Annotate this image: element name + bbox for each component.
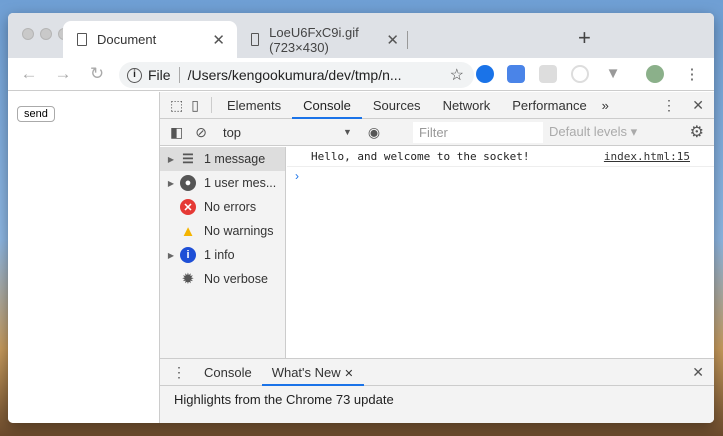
devtools-menu-icon[interactable]: ⋮ [662, 97, 676, 114]
error-icon: ✕ [180, 199, 196, 215]
extension-blue-icon[interactable] [476, 65, 494, 83]
reload-button[interactable]: ↻ [80, 64, 114, 84]
clear-console-icon[interactable]: ⊘ [195, 124, 207, 141]
sidebar-item-label: 1 user mes... [204, 176, 277, 190]
divider [210, 97, 212, 113]
close-drawer-icon[interactable]: ✕ [692, 364, 704, 381]
console-toolbar: ◧ ⊘ top ▼ ◉ Filter Default levels ▾ ⚙ [160, 119, 714, 146]
tab-sources[interactable]: Sources [362, 92, 432, 119]
console-prompt[interactable]: › [287, 167, 714, 185]
list-icon: ☰ [182, 151, 194, 166]
settings-gear-icon[interactable]: ⚙ [690, 122, 704, 142]
tab-performance[interactable]: Performance [501, 92, 597, 119]
tab-network[interactable]: Network [432, 92, 502, 119]
close-window-button[interactable] [22, 28, 34, 40]
tab-document[interactable]: Document ✕ [63, 21, 237, 58]
inspect-element-icon[interactable]: ⬚ [170, 97, 183, 114]
devtools-tabs: ⬚ ▯ Elements Console Sources Network Per… [160, 92, 714, 119]
sidebar-item-label: No warnings [204, 224, 274, 238]
profile-avatar[interactable] [646, 65, 664, 83]
device-toolbar-icon[interactable]: ▯ [191, 97, 199, 114]
tab-console[interactable]: Console [292, 92, 362, 119]
tab-title: Document [97, 32, 157, 47]
close-tab-icon[interactable]: ✕ [386, 31, 399, 49]
page-content: send [8, 92, 159, 423]
minimize-window-button[interactable] [40, 28, 52, 40]
sidebar-item-verbose[interactable]: ✹ No verbose [160, 267, 285, 291]
context-select[interactable]: top [223, 125, 343, 140]
sidebar-item-errors[interactable]: ✕ No errors [160, 195, 285, 219]
message-text: Hello, and welcome to the socket! [311, 150, 530, 163]
tab-gif[interactable]: LoeU6FxC9i.gif (723×430) ✕ [237, 21, 411, 58]
forward-button[interactable]: → [46, 64, 80, 84]
expand-arrow-icon[interactable]: ▶ [160, 251, 174, 260]
menu-icon[interactable]: ⋮ [683, 65, 701, 83]
console-messages: Hello, and welcome to the socket! index.h… [287, 147, 714, 358]
drawer-tab-whats-new[interactable]: What's New ✕ [261, 359, 364, 386]
sidebar-item-label: 1 info [204, 248, 235, 262]
tab-divider [407, 31, 408, 49]
info-icon: i [180, 247, 196, 263]
sidebar-toggle-icon[interactable]: ◧ [170, 124, 183, 141]
back-button[interactable]: ← [12, 64, 46, 84]
new-tab-button[interactable]: + [578, 25, 591, 51]
whats-new-content: Highlights from the Chrome 73 update [174, 392, 394, 407]
document-icon [251, 33, 260, 46]
tab-label: What's New [271, 364, 341, 380]
extension-circle-icon[interactable] [571, 65, 589, 83]
vue-devtools-icon[interactable]: ▼ [604, 65, 622, 83]
drawer-menu-icon[interactable]: ⋮ [172, 364, 186, 381]
bug-icon: ✹ [182, 271, 194, 286]
devtools-panel: ⬚ ▯ Elements Console Sources Network Per… [159, 92, 714, 423]
close-devtools-icon[interactable]: ✕ [692, 97, 704, 114]
tab-bar: Document ✕ LoeU6FxC9i.gif (723×430) ✕ + [8, 13, 714, 58]
user-icon: ● [180, 175, 196, 191]
document-icon [77, 33, 87, 46]
sidebar-item-user-messages[interactable]: ▶ ● 1 user mes... [160, 171, 285, 195]
console-sidebar: ▶ ☰ 1 message ▶ ● 1 user mes... ✕ No errors ▲… [160, 147, 286, 358]
scheme-label: File [148, 67, 171, 83]
sidebar-item-label: No verbose [204, 272, 268, 286]
tab-elements[interactable]: Elements [216, 92, 292, 119]
chevron-down-icon[interactable]: ▼ [343, 127, 352, 137]
expand-arrow-icon[interactable]: ▶ [160, 155, 174, 164]
sidebar-item-label: No errors [204, 200, 257, 214]
sidebar-item-messages[interactable]: ▶ ☰ 1 message [160, 147, 285, 171]
devtools-drawer: ⋮ Console What's New ✕ ✕ Highlights from… [160, 358, 714, 423]
info-icon[interactable]: i [127, 67, 142, 83]
address-bar[interactable]: i File /Users/kengookumura/dev/tmp/n... … [119, 62, 474, 88]
google-translate-icon[interactable] [507, 65, 525, 83]
expand-arrow-icon[interactable]: ▶ [160, 179, 174, 188]
warning-icon: ▲ [180, 222, 196, 240]
drawer-tab-console[interactable]: Console [194, 359, 262, 386]
message-source-link[interactable]: index.html:15 [604, 150, 690, 163]
sidebar-item-label: 1 message [204, 152, 266, 166]
log-levels-select[interactable]: Default levels ▾ [549, 124, 637, 140]
tab-title: LoeU6FxC9i.gif (723×430) [269, 24, 359, 55]
drawer-tabs: ⋮ Console What's New ✕ ✕ [160, 359, 714, 386]
divider [178, 67, 180, 83]
close-tab-icon[interactable]: ✕ [344, 368, 353, 380]
sidebar-item-info[interactable]: ▶ i 1 info [160, 243, 285, 267]
console-message: Hello, and welcome to the socket! index.h… [287, 147, 714, 167]
bookmark-star-icon[interactable]: ☆ [450, 65, 464, 85]
filter-input[interactable]: Filter [413, 122, 543, 143]
close-tab-icon[interactable]: ✕ [212, 31, 225, 49]
eye-icon[interactable]: ◉ [368, 124, 380, 141]
sidebar-item-warnings[interactable]: ▲ No warnings [160, 219, 285, 243]
browser-window: Document ✕ LoeU6FxC9i.gif (723×430) ✕ + ← … [8, 13, 714, 423]
extension-gray-icon[interactable] [539, 65, 557, 83]
send-button[interactable]: send [17, 106, 55, 122]
url-text: /Users/kengookumura/dev/tmp/n... [187, 67, 402, 83]
more-tabs-button[interactable]: » [602, 98, 609, 113]
